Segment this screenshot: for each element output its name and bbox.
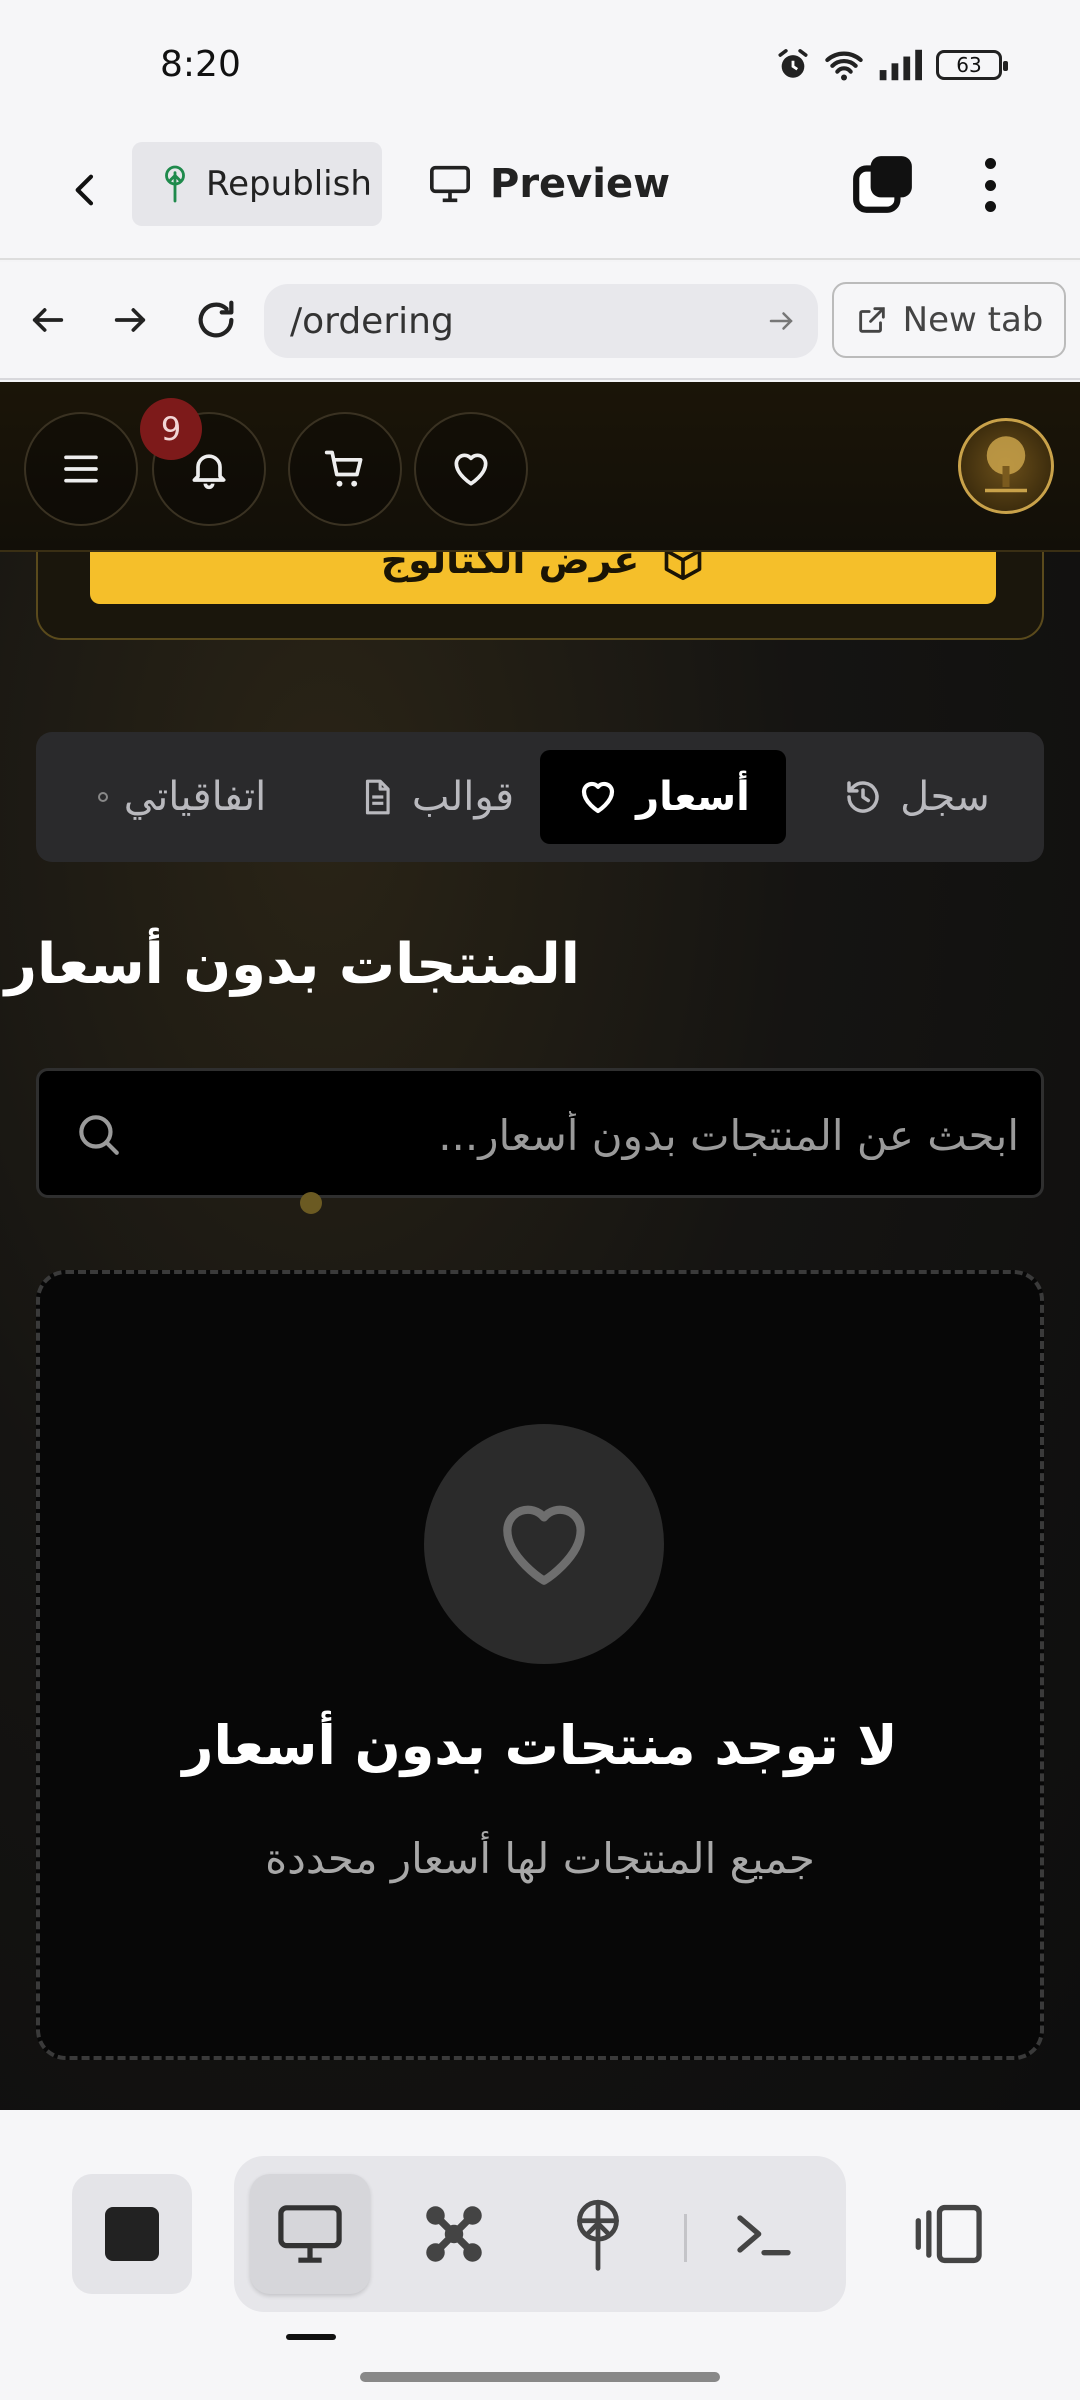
- empty-state-title: لا توجد منتجات بدون أسعار: [182, 1714, 898, 1777]
- decorative-dot: [300, 1192, 322, 1214]
- favorites-button[interactable]: [414, 412, 528, 526]
- panel-icon: [915, 2204, 982, 2264]
- preview-button[interactable]: Preview: [428, 142, 670, 226]
- arrow-right-icon: [114, 308, 146, 332]
- monitor-icon: [278, 2205, 342, 2263]
- heart-icon: [582, 781, 615, 814]
- bell-icon: [192, 454, 226, 490]
- publish-button[interactable]: [538, 2174, 658, 2294]
- empty-state-icon-circle: [424, 1424, 664, 1664]
- notification-badge: 9: [140, 398, 202, 460]
- tab-templates[interactable]: قوالب: [326, 750, 546, 844]
- browser-back-button[interactable]: [20, 292, 76, 348]
- reload-icon: [198, 300, 234, 338]
- site-header: 9: [0, 382, 1080, 552]
- broadcast-icon: [165, 165, 185, 203]
- search-input[interactable]: [159, 1093, 1019, 1177]
- more-options-button[interactable]: [970, 152, 1010, 218]
- search-icon: [79, 1115, 119, 1155]
- empty-state: لا توجد منتجات بدون أسعار جميع المنتجات …: [36, 1270, 1044, 2060]
- republish-label: Republish: [206, 164, 372, 204]
- heart-icon: [454, 453, 488, 486]
- chevron-left-icon: [75, 174, 94, 206]
- arrow-left-icon: [32, 308, 64, 332]
- tree-logo-icon: [985, 436, 1027, 493]
- console-button[interactable]: [704, 2174, 824, 2294]
- tab-templates-label: قوالب: [411, 774, 515, 820]
- reload-button[interactable]: [188, 292, 244, 348]
- integrations-button[interactable]: [394, 2174, 514, 2294]
- battery-level: 63: [956, 53, 982, 77]
- document-icon: [365, 779, 390, 815]
- new-tab-button[interactable]: New tab: [832, 282, 1066, 358]
- section-title: المنتجات بدون أسعار: [4, 932, 580, 997]
- bottom-dock: [234, 2156, 846, 2312]
- search-bar: [36, 1068, 1044, 1198]
- url-field[interactable]: /ordering: [264, 284, 818, 358]
- monitor-icon: [430, 165, 470, 203]
- tabs-button[interactable]: [850, 152, 916, 218]
- tabs-icon: [853, 156, 912, 213]
- tab-agreements[interactable]: اتفاقياتي: [72, 750, 292, 844]
- web-content: 9 عرض الكتالوج اتفاقياتي قوالب أسعار سجل…: [0, 382, 1080, 2110]
- integrations-icon: [426, 2206, 482, 2262]
- back-button[interactable]: [58, 158, 114, 222]
- bottom-bar: [0, 2110, 1080, 2400]
- status-bar: 8:20 63: [0, 0, 1080, 120]
- dot-icon: [97, 792, 108, 802]
- side-panel-button[interactable]: [900, 2174, 1000, 2294]
- republish-button[interactable]: Republish: [132, 142, 382, 226]
- battery-icon: 63: [936, 50, 1008, 80]
- active-indicator: [286, 2334, 336, 2340]
- preview-mode-button[interactable]: [250, 2174, 370, 2294]
- tab-prices[interactable]: أسعار: [540, 750, 786, 844]
- url-text: /ordering: [290, 300, 454, 342]
- external-link-icon: [858, 307, 885, 333]
- terminal-icon: [737, 2215, 791, 2256]
- wifi-icon: [825, 51, 863, 81]
- status-icons: 63: [776, 48, 1008, 82]
- cart-button[interactable]: [288, 412, 402, 526]
- browser-bar: /ordering New tab: [0, 262, 1080, 380]
- tab-agreements-label: اتفاقياتي: [123, 774, 267, 820]
- heart-icon: [503, 1505, 585, 1585]
- history-icon: [847, 781, 879, 813]
- cart-icon: [324, 450, 363, 487]
- status-time: 8:20: [160, 44, 241, 85]
- tab-history[interactable]: سجل: [816, 750, 1016, 844]
- home-indicator[interactable]: [360, 2372, 720, 2382]
- site-logo[interactable]: [958, 418, 1054, 514]
- tab-bar: اتفاقياتي قوالب أسعار سجل: [36, 732, 1044, 862]
- alarm-icon: [778, 49, 808, 78]
- hamburger-icon: [64, 455, 98, 483]
- menu-button[interactable]: [24, 412, 138, 526]
- preview-label: Preview: [490, 161, 671, 207]
- tab-history-label: سجل: [900, 774, 990, 820]
- new-tab-label: New tab: [902, 300, 1044, 340]
- empty-state-subtitle: جميع المنتجات لها أسعار محددة: [265, 1834, 815, 1883]
- app-toolbar: Republish Preview: [0, 120, 1080, 260]
- tab-prices-label: أسعار: [636, 774, 750, 820]
- stop-icon: [105, 2207, 159, 2261]
- stop-button[interactable]: [72, 2174, 192, 2294]
- dock-separator: [684, 2214, 687, 2262]
- go-arrow-icon[interactable]: [766, 306, 796, 336]
- browser-forward-button[interactable]: [102, 292, 158, 348]
- broadcast-icon: [577, 2199, 619, 2271]
- signal-icon: [879, 49, 922, 81]
